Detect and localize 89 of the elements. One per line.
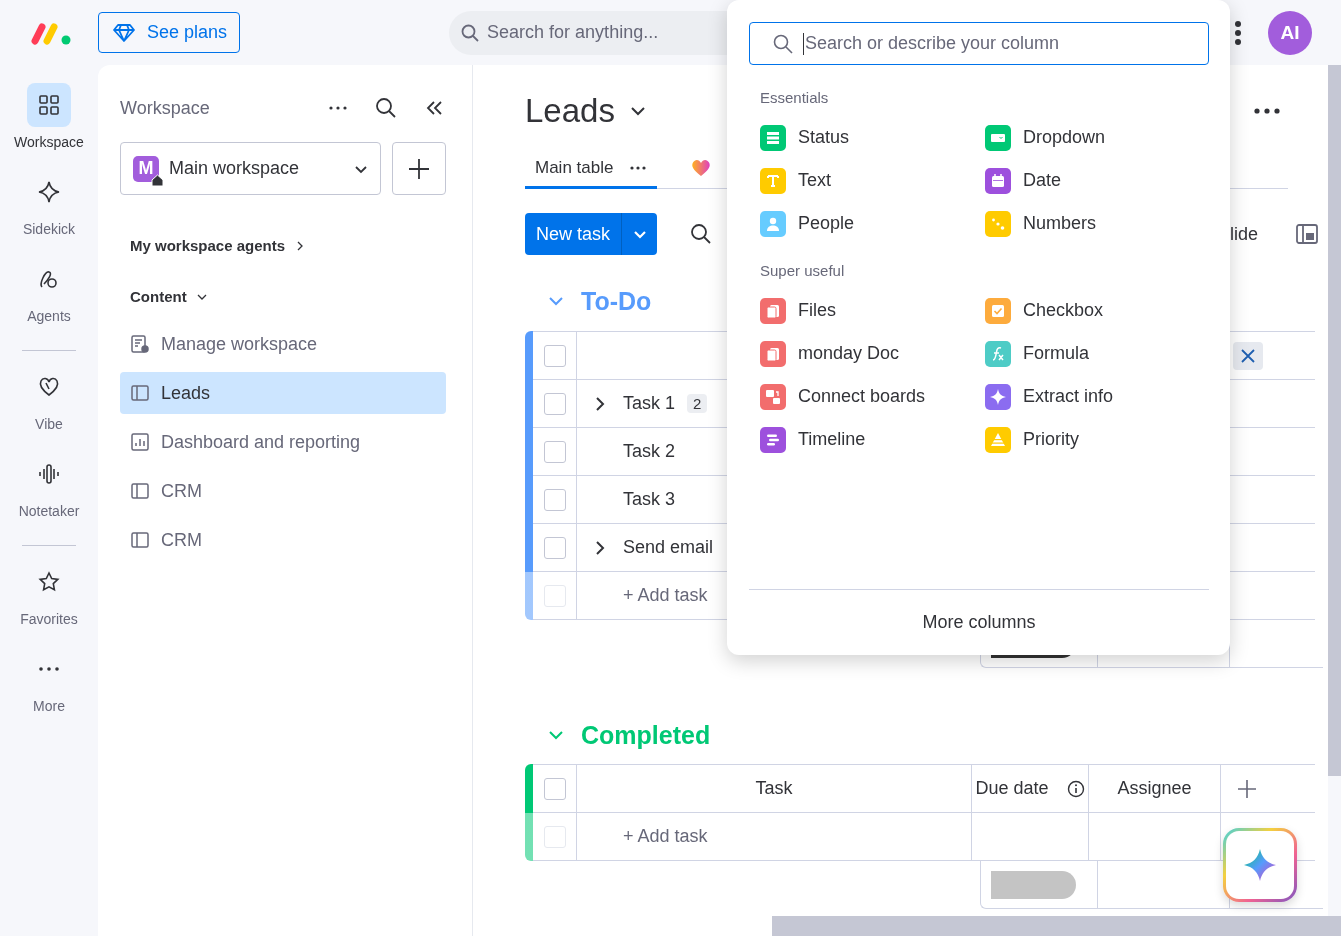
sidebar-item[interactable]: Manage workspace: [120, 323, 446, 365]
column-type-option[interactable]: Text: [760, 159, 985, 202]
scrollbar[interactable]: [772, 916, 1341, 936]
column-type-option[interactable]: Formula: [985, 332, 1210, 375]
column-type-option[interactable]: Extract info: [985, 375, 1210, 418]
column-type-option[interactable]: Checkbox: [985, 289, 1210, 332]
column-type-option[interactable]: Dropdown: [985, 116, 1210, 159]
checkbox[interactable]: [543, 344, 566, 367]
rail-item[interactable]: Vibe: [27, 365, 71, 452]
task-name: Task 2: [623, 441, 676, 462]
checkbox[interactable]: [543, 536, 566, 559]
home-icon: [151, 173, 164, 187]
rail-item[interactable]: Notetaker: [18, 452, 80, 539]
add-column-icon[interactable]: [1237, 778, 1257, 799]
add-task-link[interactable]: + Add task: [623, 585, 708, 606]
sidebar-title: Workspace: [120, 97, 211, 119]
rail-item[interactable]: Workspace: [14, 83, 84, 170]
column-header: Task: [755, 778, 793, 799]
checkbox[interactable]: [543, 440, 566, 463]
search-icon[interactable]: [374, 96, 398, 120]
board-title[interactable]: Leads: [525, 92, 647, 130]
star-icon: [37, 570, 61, 594]
subitem-count: 2: [687, 394, 708, 413]
column-type-option[interactable]: monday Doc: [760, 332, 985, 375]
add-button[interactable]: [392, 142, 446, 195]
task-name: Task 1: [623, 393, 676, 414]
close-icon: [1240, 347, 1256, 364]
content-section-toggle[interactable]: Content: [130, 288, 446, 305]
new-task-dropdown-button[interactable]: [621, 213, 658, 255]
checkbox[interactable]: [543, 488, 566, 511]
sidebar-item[interactable]: Dashboard and reporting: [120, 421, 446, 463]
rail-item[interactable]: Agents: [27, 257, 71, 344]
search-icon: [773, 34, 793, 54]
board-icon: [130, 481, 150, 501]
column-header: Assignee: [1117, 778, 1192, 799]
close-button[interactable]: [1233, 341, 1263, 370]
workspace-dropdown[interactable]: M Main workspace: [120, 142, 381, 195]
checkbox[interactable]: [543, 777, 566, 800]
column-type-option[interactable]: Date: [985, 159, 1210, 202]
expand-icon[interactable]: [593, 539, 607, 556]
new-task-button[interactable]: New task: [525, 213, 622, 255]
search-icon: [461, 23, 480, 42]
rail-item[interactable]: More: [27, 647, 71, 734]
rail-item[interactable]: Sidekick: [22, 170, 76, 257]
sidebar-item[interactable]: Leads: [120, 372, 446, 414]
column-header: Due date: [975, 778, 1049, 799]
see-plans-button[interactable]: See plans: [98, 12, 241, 53]
column-type-option[interactable]: People: [760, 202, 985, 245]
checkbox[interactable]: [543, 392, 566, 415]
column-type-option[interactable]: Status: [760, 116, 985, 159]
section-title: Essentials: [760, 89, 830, 108]
diamond-icon: [113, 22, 135, 43]
chart-icon: [130, 432, 150, 452]
search-icon[interactable]: [690, 223, 713, 245]
column-type-option[interactable]: Connect boards: [760, 375, 985, 418]
section-title: Super useful: [760, 262, 846, 281]
add-task-link[interactable]: + Add task: [623, 826, 708, 847]
rail-item[interactable]: Favorites: [20, 560, 78, 647]
user-avatar[interactable]: AI: [1268, 10, 1313, 55]
scrollbar[interactable]: [1328, 65, 1341, 776]
logo-icon: [31, 20, 73, 45]
more-icon: [629, 164, 648, 171]
view-tab[interactable]: Main table: [525, 149, 658, 189]
workspace-agents-link[interactable]: My workspace agents: [130, 237, 446, 254]
info-icon: [1066, 779, 1085, 798]
more-icon[interactable]: [1234, 19, 1243, 46]
more-icon[interactable]: [1253, 107, 1281, 115]
toolbar-action[interactable]: lide: [1229, 223, 1258, 245]
wave-icon: [37, 462, 61, 486]
heart-icon: [37, 375, 61, 399]
dots-icon: [38, 666, 60, 672]
sidebar-item[interactable]: CRM: [120, 470, 446, 512]
sidebar-item[interactable]: CRM: [120, 519, 446, 561]
plus-icon: [407, 156, 431, 181]
column-search-field[interactable]: Search or describe your column: [749, 22, 1209, 65]
layout-icon[interactable]: [1296, 224, 1318, 244]
expand-icon[interactable]: [593, 395, 607, 412]
column-type-option[interactable]: Timeline: [760, 418, 985, 461]
task-name: Task 3: [623, 489, 676, 510]
heart-icon: [691, 158, 712, 177]
grid-icon: [37, 93, 61, 117]
column-type-option[interactable]: Files: [760, 289, 985, 332]
sparkle-icon: [37, 180, 61, 204]
column-type-option[interactable]: Numbers: [985, 202, 1210, 245]
board-icon: [130, 383, 150, 403]
board-icon: [130, 530, 150, 550]
task-name: Send email: [623, 537, 714, 558]
settings-list-icon: [130, 334, 150, 354]
column-type-option[interactable]: Priority: [985, 418, 1210, 461]
